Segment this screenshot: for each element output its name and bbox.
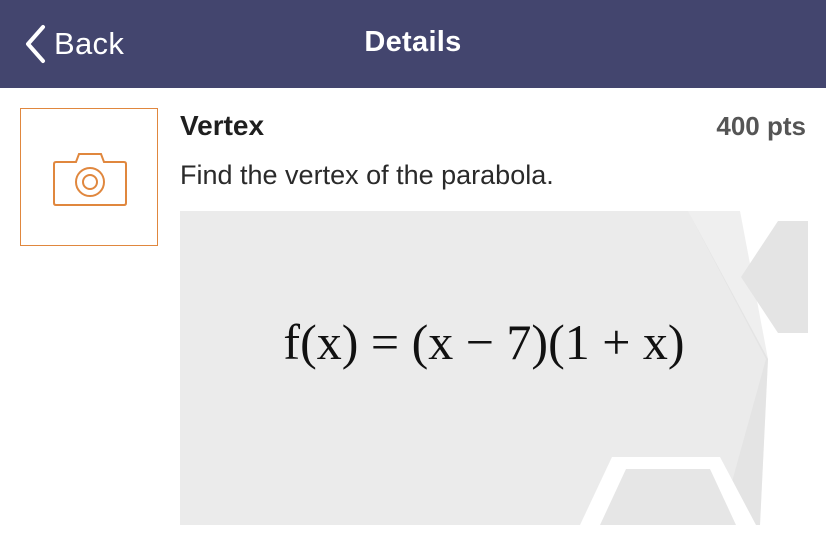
- question-title: Vertex: [180, 110, 265, 141]
- page-title: Details: [364, 26, 462, 58]
- equation-text: f(x) = (x − 7)(1 + x): [283, 314, 685, 370]
- nav-bar: Back Details: [0, 0, 826, 88]
- equation-image: f(x) = (x − 7)(1 + x): [180, 211, 808, 525]
- points-badge: 400 pts: [716, 111, 806, 141]
- camera-icon: [53, 153, 127, 206]
- question-description: Find the vertex of the parabola.: [180, 160, 554, 190]
- add-photo-button[interactable]: [20, 108, 158, 246]
